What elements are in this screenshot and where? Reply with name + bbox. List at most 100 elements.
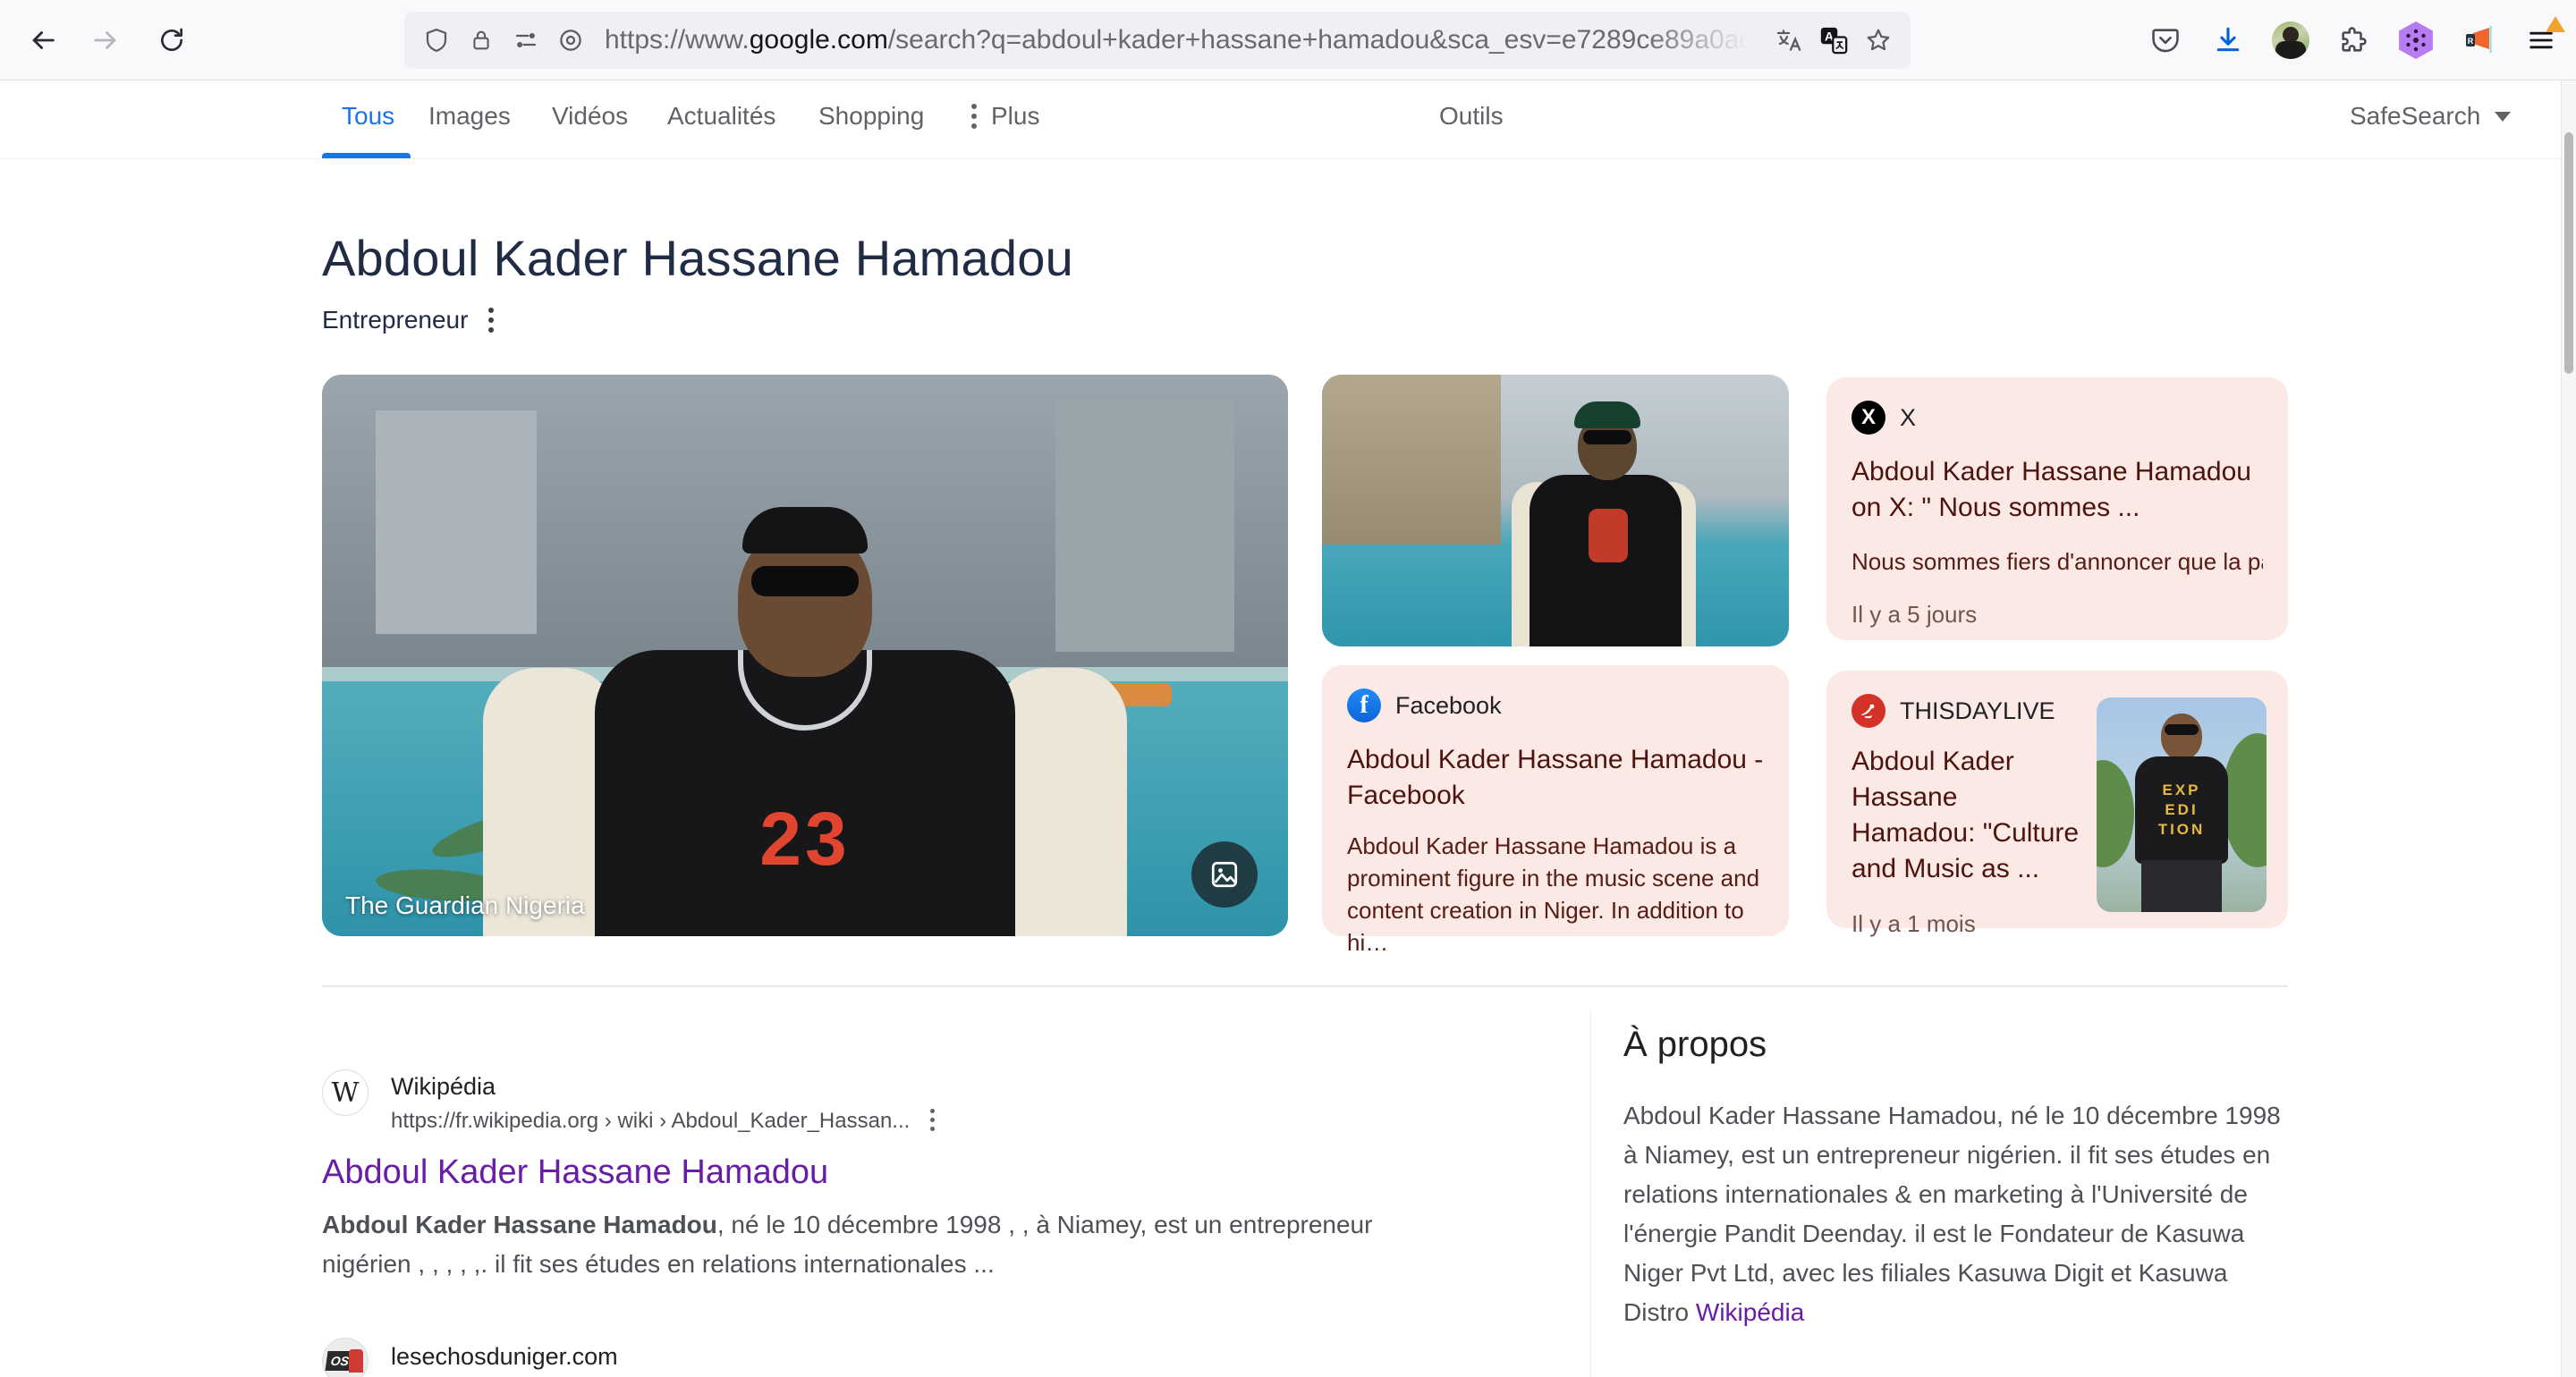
photo-cap — [1574, 401, 1640, 428]
pocket-icon[interactable] — [2145, 20, 2186, 61]
url-scheme: https://www. — [605, 25, 750, 55]
browser-toolbar: https://www.google.com/search?q=abdoul+k… — [0, 0, 2576, 80]
shirt-text: TION — [2157, 821, 2206, 838]
about-text: Abdoul Kader Hassane Hamadou, né le 10 d… — [1623, 1102, 2281, 1326]
download-icon[interactable] — [2207, 20, 2249, 61]
more-images-button[interactable] — [1191, 841, 1258, 908]
kebab-icon[interactable] — [488, 308, 494, 333]
facebook-logo-icon: f — [1347, 688, 1381, 722]
photo-cap — [742, 507, 868, 553]
tab-actualites[interactable]: Actualités — [667, 102, 775, 131]
photo-tree — [2222, 733, 2267, 867]
tab-plus[interactable]: Plus — [971, 102, 1039, 131]
x-logo-icon: X — [1852, 401, 1885, 435]
lesechos-favicon: OS — [322, 1338, 369, 1377]
extensions-puzzle-icon[interactable] — [2333, 20, 2374, 61]
card-title[interactable]: Abdoul Kader Hassane Hamadou - Facebook — [1347, 742, 1764, 814]
photo-building — [1055, 401, 1234, 652]
card-timestamp: Il y a 5 jours — [1852, 601, 1978, 628]
active-tab-underline — [322, 153, 411, 158]
url-domain: google.com — [749, 25, 888, 55]
circle-dot-icon[interactable] — [555, 24, 587, 56]
menu-hamburger-icon[interactable] — [2521, 16, 2565, 61]
vertical-divider — [1590, 1010, 1591, 1377]
photo-sunglasses — [1583, 430, 1631, 444]
photo-pants — [2141, 860, 2222, 912]
hero-image[interactable]: 23 The Guardian Nigeria — [322, 375, 1288, 936]
image-caption: The Guardian Nigeria — [345, 891, 585, 919]
thisday-logo-icon — [1852, 694, 1885, 728]
safesearch-button[interactable]: SafeSearch — [2350, 102, 2512, 131]
lock-icon[interactable] — [465, 24, 497, 56]
thisdaylive-result-card[interactable]: THISDAYLIVE Abdoul Kader Hassane Hamadou… — [1826, 671, 2288, 937]
photo-sunglasses — [751, 566, 859, 596]
card-timestamp: Il y a 1 mois — [1852, 910, 1976, 937]
url-text[interactable]: https://www.google.com/search?q=abdoul+k… — [605, 25, 1760, 55]
about-wikipedia-link[interactable]: Wikipédia — [1696, 1298, 1804, 1326]
facebook-result-card[interactable]: f Facebook Abdoul Kader Hassane Hamadou … — [1322, 665, 1789, 956]
image-photo-icon — [1211, 861, 1238, 888]
scrollbar-track[interactable] — [2561, 80, 2576, 1377]
tab-plus-label: Plus — [991, 102, 1040, 130]
browser-window: https://www.google.com/search?q=abdoul+k… — [0, 0, 2576, 1377]
card-snippet: Abdoul Kader Hassane Hamadou is a promin… — [1347, 832, 1760, 956]
permissions-icon[interactable] — [510, 24, 542, 56]
x-result-card[interactable]: X X Abdoul Kader Hassane Hamadou on X: "… — [1826, 377, 2288, 640]
caret-down-icon — [2495, 111, 2512, 122]
horizontal-divider — [322, 985, 2288, 987]
translate-page-icon[interactable]: A — [1818, 24, 1850, 56]
safesearch-label: SafeSearch — [2350, 102, 2481, 130]
kebab-icon[interactable] — [930, 1109, 935, 1131]
photo-shirt: EXP EDI TION — [2135, 756, 2228, 864]
about-heading: À propos — [1623, 1025, 1767, 1064]
card-snippet: Nous sommes fiers d'annoncer que la pa… — [1852, 548, 2263, 575]
entity-subtitle: Entrepreneur — [322, 306, 469, 334]
tab-tous[interactable]: Tous — [342, 102, 394, 131]
svg-text:R: R — [2468, 37, 2474, 46]
tools-button[interactable]: Outils — [1439, 102, 1504, 131]
translate-icon[interactable] — [1773, 24, 1805, 56]
url-path: /search?q=abdoul+kader+hassane+hamadou&s… — [887, 25, 1760, 55]
menu-alert-badge — [2546, 16, 2565, 32]
wikipedia-w-icon: W — [322, 1069, 369, 1116]
url-bar[interactable]: https://www.google.com/search?q=abdoul+k… — [404, 12, 1911, 69]
photo-shirt-print — [1589, 509, 1628, 562]
forward-icon[interactable] — [84, 19, 127, 62]
tab-shopping[interactable]: Shopping — [818, 102, 924, 131]
photo-building — [1322, 375, 1501, 545]
page-title: Abdoul Kader Hassane Hamadou — [322, 230, 1073, 286]
bookmark-star-icon[interactable] — [1862, 24, 1894, 56]
toolbar-right-icons: R — [2145, 16, 2565, 62]
card-title[interactable]: Abdoul Kader Hassane Hamadou: "Culture a… — [1852, 744, 2082, 887]
scrollbar-thumb[interactable] — [2564, 132, 2573, 374]
extension-hex-icon[interactable] — [2395, 20, 2436, 61]
result-title-link[interactable]: Abdoul Kader Hassane Hamadou — [322, 1153, 828, 1192]
secondary-image[interactable] — [1322, 375, 1789, 646]
back-icon[interactable] — [21, 19, 64, 62]
shirt-text: EXP — [2162, 781, 2201, 798]
megaphone-icon[interactable]: R — [2458, 20, 2499, 61]
photo-building — [376, 410, 537, 634]
tab-videos[interactable]: Vidéos — [552, 102, 628, 131]
snippet-bold: Abdoul Kader Hassane Hamadou — [322, 1211, 717, 1238]
photo-person-head — [2161, 714, 2202, 760]
avatar — [2272, 21, 2309, 59]
source-name: X — [1900, 403, 1917, 431]
tab-images[interactable]: Images — [428, 102, 511, 131]
photo-sunglasses — [2165, 724, 2199, 735]
kebab-icon — [971, 104, 977, 129]
card-title[interactable]: Abdoul Kader Hassane Hamadou on X: " Nou… — [1852, 454, 2263, 526]
photo-tree — [2097, 760, 2134, 867]
search-tab-strip: Tous Images Vidéos Actualités Shopping P… — [0, 80, 2576, 159]
result-breadcrumb-url[interactable]: https://fr.wikipedia.org › wiki › Abdoul… — [391, 1109, 910, 1134]
card-thumbnail: EXP EDI TION — [2097, 697, 2267, 912]
shield-icon[interactable] — [420, 24, 453, 56]
result-site-name[interactable]: lesechosduniger.com — [391, 1343, 618, 1371]
source-name: Facebook — [1395, 691, 1502, 719]
result-site-name[interactable]: Wikipédia — [391, 1073, 496, 1101]
favicon-red-shape — [349, 1349, 363, 1373]
result-snippet: Abdoul Kader Hassane Hamadou, né le 10 d… — [322, 1205, 1395, 1284]
account-avatar[interactable] — [2270, 20, 2311, 61]
reload-icon[interactable] — [150, 19, 193, 62]
source-line: f Facebook — [1347, 688, 1764, 722]
